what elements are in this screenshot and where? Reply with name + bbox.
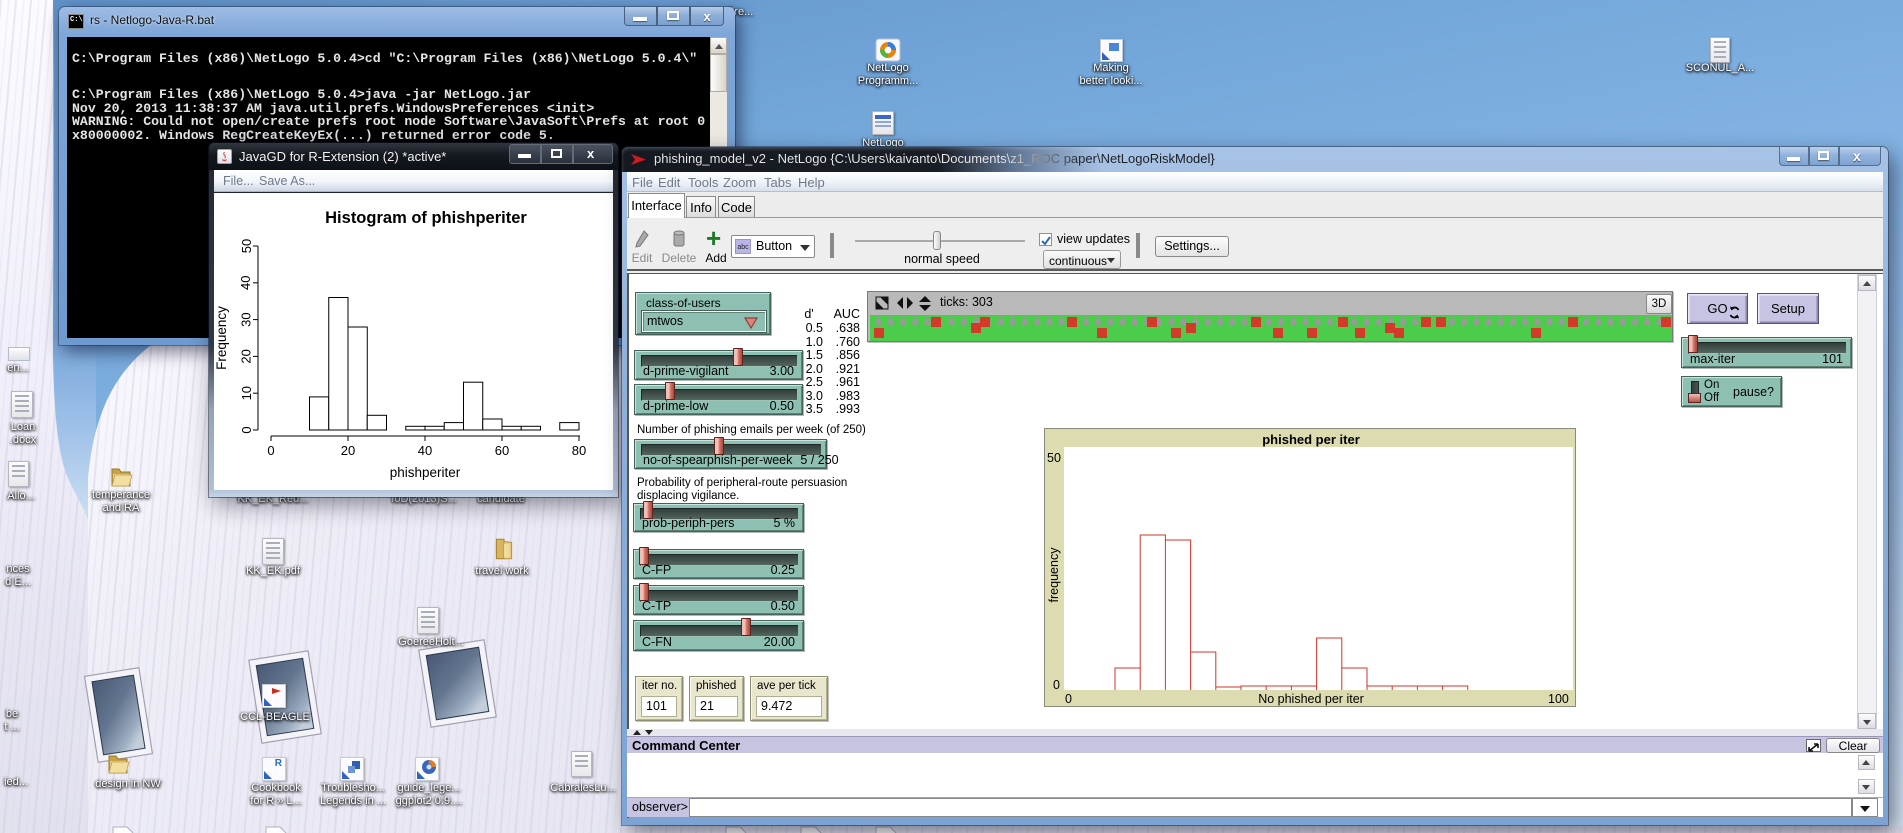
svg-text:20: 20: [239, 349, 254, 363]
svg-text:80: 80: [572, 443, 586, 458]
svg-text:20: 20: [341, 443, 355, 458]
svg-text:50: 50: [239, 239, 254, 253]
svg-text:Frequency: Frequency: [214, 306, 229, 370]
svg-text:0: 0: [267, 443, 274, 458]
svg-text:Histogram of phishperiter: Histogram of phishperiter: [325, 209, 527, 227]
svg-text:phishperiter: phishperiter: [390, 465, 461, 480]
svg-text:60: 60: [495, 443, 509, 458]
svg-text:30: 30: [238, 312, 253, 326]
svg-text:40: 40: [238, 276, 253, 290]
svg-text:0: 0: [239, 426, 254, 433]
svg-text:10: 10: [239, 386, 254, 400]
svg-text:40: 40: [418, 443, 432, 458]
